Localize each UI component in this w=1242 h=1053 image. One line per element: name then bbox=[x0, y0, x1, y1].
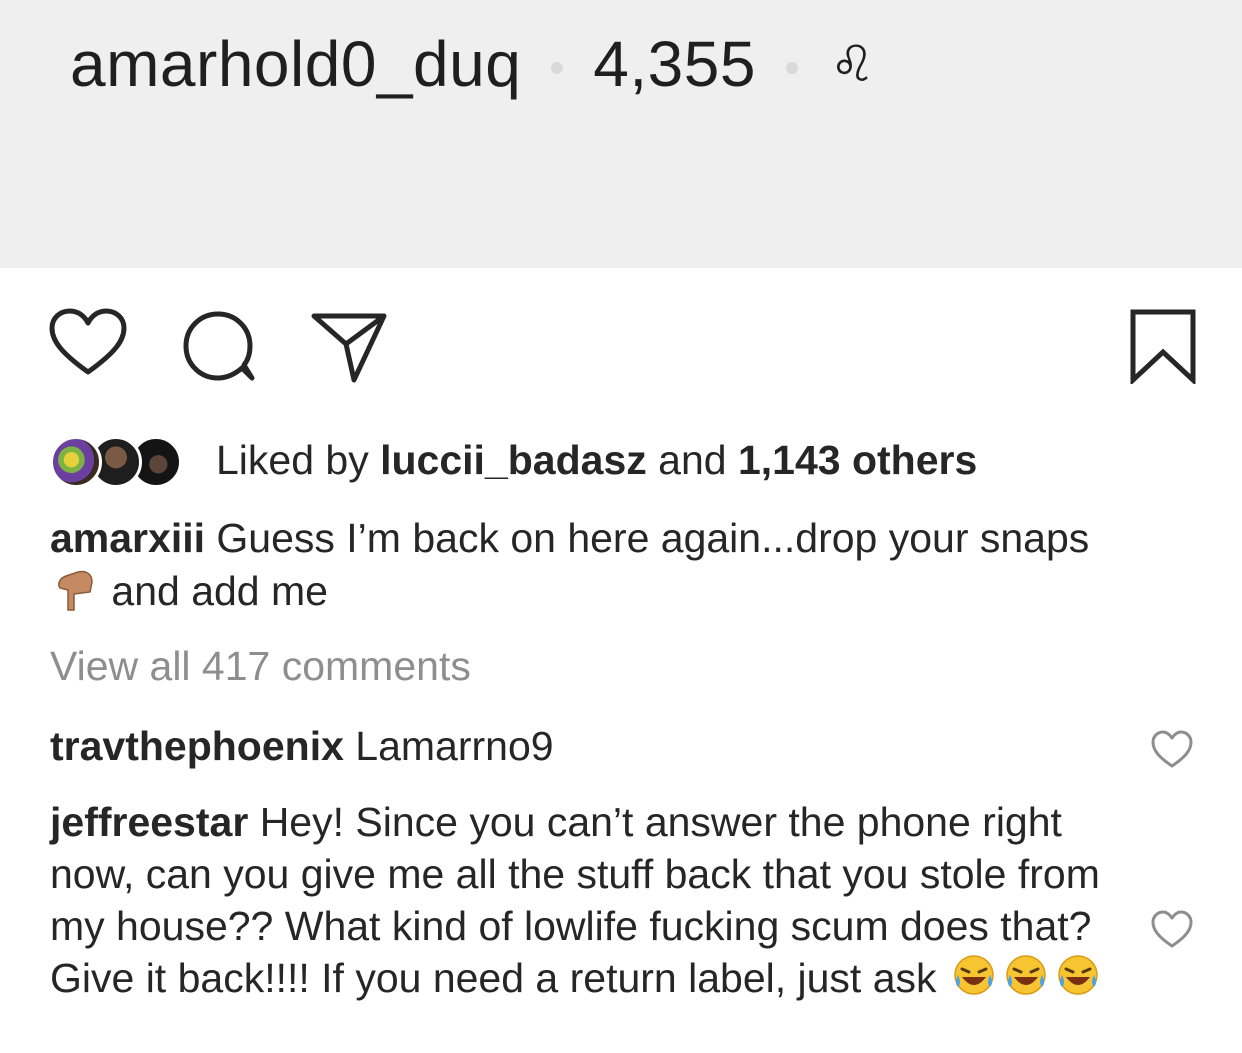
separator-dot bbox=[551, 62, 564, 74]
post-caption: amarxiii Guess I’m back on here again...… bbox=[50, 512, 1140, 624]
comment-username[interactable]: travthephoenix bbox=[50, 723, 344, 769]
post-media[interactable]: amarhold0_duq 4,355 ♌ bbox=[0, 0, 1242, 268]
paper-plane-icon[interactable] bbox=[310, 308, 388, 389]
media-username: amarhold0_duq bbox=[70, 28, 522, 100]
heart-icon[interactable] bbox=[48, 308, 128, 383]
laughing-tears-emoji bbox=[952, 953, 996, 1009]
comment-like-heart-icon[interactable] bbox=[1150, 730, 1194, 775]
likes-prefix: Liked by bbox=[216, 436, 369, 483]
media-count: 4,355 bbox=[593, 28, 756, 100]
laughing-tears-emoji bbox=[1004, 953, 1048, 1009]
caption-username[interactable]: amarxiii bbox=[50, 515, 205, 561]
comment-item: travthephoenix Lamarrno9 bbox=[50, 720, 1130, 772]
likes-middle: and bbox=[658, 436, 727, 483]
avatar bbox=[50, 436, 102, 488]
separator-dot bbox=[785, 62, 798, 74]
caption-text-after: and add me bbox=[111, 567, 328, 614]
comment-text: Lamarrno9 bbox=[355, 723, 554, 769]
post-action-bar bbox=[48, 308, 1198, 386]
likes-user-link[interactable]: luccii_badasz bbox=[380, 437, 647, 484]
laughing-tears-emoji bbox=[1056, 953, 1100, 1009]
media-overlay-header: amarhold0_duq 4,355 ♌ bbox=[70, 24, 875, 104]
caption-text-before: Guess I’m back on here again...drop your… bbox=[216, 515, 1090, 561]
liker-avatars bbox=[50, 434, 200, 488]
comment-item: jeffreestar Hey! Since you can’t answer … bbox=[50, 796, 1130, 1009]
view-all-comments-link[interactable]: View all 417 comments bbox=[50, 640, 471, 692]
likes-count-link[interactable]: 1,143 others bbox=[738, 437, 977, 484]
instagram-post: amarhold0_duq 4,355 ♌ Liked by luccii_ba… bbox=[0, 0, 1242, 1053]
likes-summary[interactable]: Liked by luccii_badasz and 1,143 others bbox=[50, 432, 977, 488]
comment-username[interactable]: jeffreestar bbox=[50, 799, 248, 845]
bookmark-icon[interactable] bbox=[1128, 308, 1198, 389]
comment-icon[interactable] bbox=[182, 308, 258, 389]
zodiac-icon: ♌ bbox=[829, 36, 876, 92]
comment-like-heart-icon[interactable] bbox=[1150, 910, 1194, 955]
point-down-emoji bbox=[54, 564, 96, 624]
